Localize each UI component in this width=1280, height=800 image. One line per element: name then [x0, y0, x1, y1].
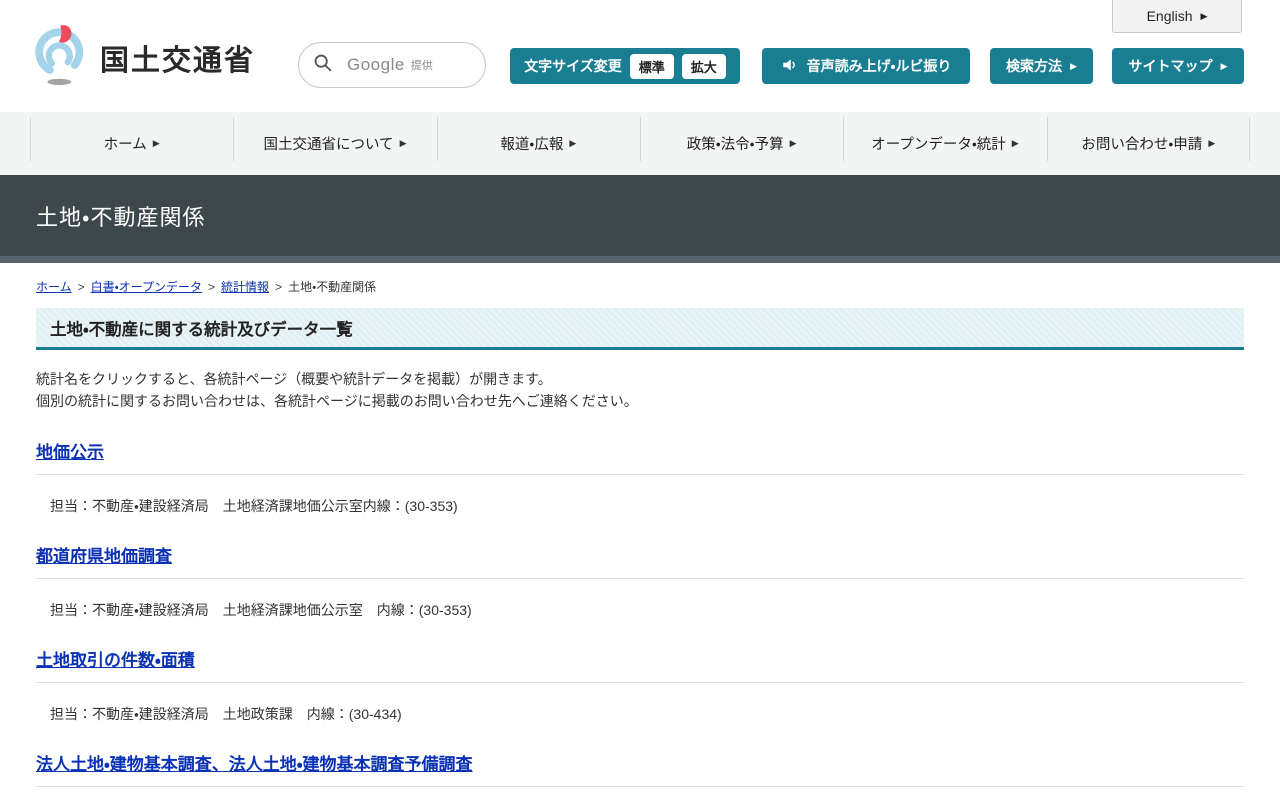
nav-item-policy[interactable]: 政策・法令・予算 ▶: [639, 112, 843, 175]
intro-line: 個別の統計に関するお問い合わせは、各統計ページに掲載のお問い合わせ先へご連絡くだ…: [36, 393, 638, 409]
stat-link-hojin-tochi-tatemono[interactable]: 法人土地・建物基本調査、法人土地・建物基本調査予備調査: [36, 750, 473, 775]
font-size-large-button[interactable]: 拡大: [681, 53, 726, 79]
stat-detail: 担当：不動産・建設経済局 土地政策課 内線：(30-434): [50, 706, 402, 722]
font-size-label: 文字サイズ変更: [524, 58, 622, 74]
font-size-control: 文字サイズ変更 標準 拡大: [510, 48, 740, 84]
nav-item-home[interactable]: ホーム ▶: [30, 112, 233, 175]
section-heading: 土地・不動産に関する統計及びデータ一覧: [36, 308, 1244, 350]
search-method-button[interactable]: 検索方法 ▶: [990, 48, 1093, 84]
site-logo[interactable]: 国土交通省: [34, 24, 255, 91]
nav-item-about[interactable]: 国土交通省について ▶: [233, 112, 436, 175]
site-header: 国土交通省 Google 提供 文字サイズ変更 標準 拡大 音声読み上げ・ルビ振…: [0, 0, 1280, 112]
intro-line: 統計名をクリックすると、各統計ページ（概要や統計データを掲載）が開きます。: [36, 371, 552, 387]
breadcrumb: ホーム > 白書・オープンデータ > 統計情報 > 土地・不動産関係: [36, 278, 1244, 295]
stat-section-tochi-torihiki: 土地取引の件数・面積 担当：不動産・建設経済局 土地政策課 内線：(30-434…: [36, 646, 1244, 724]
breadcrumb-link-whitepaper-opendata[interactable]: 白書・オープンデータ: [91, 280, 202, 294]
divider: [36, 474, 1244, 475]
triangle-right-icon: ▶: [789, 138, 797, 148]
triangle-right-icon: ▶: [399, 138, 407, 148]
english-button[interactable]: English ▶: [1112, 0, 1242, 33]
nav-item-contact[interactable]: お問い合わせ・申請 ▶: [1046, 112, 1251, 175]
breadcrumb-link-home[interactable]: ホーム: [36, 280, 72, 294]
stat-link-tochi-torihiki[interactable]: 土地取引の件数・面積: [36, 646, 195, 671]
triangle-right-icon: ▶: [1011, 138, 1019, 148]
search-icon: [313, 53, 333, 78]
text-to-speech-label: 音声読み上げ・ルビ振り: [806, 58, 952, 74]
stat-link-chika-koji[interactable]: 地価公示: [36, 438, 104, 463]
triangle-right-icon: ▶: [1200, 10, 1208, 21]
breadcrumb-link-statistics[interactable]: 統計情報: [221, 280, 269, 294]
breadcrumb-separator: >: [77, 280, 85, 294]
mlit-logo-icon: [34, 24, 90, 91]
global-nav: ホーム ▶ 国土交通省について ▶ 報道・広報 ▶ 政策・法令・予算 ▶ オープ…: [0, 112, 1280, 175]
intro-text: 統計名をクリックすると、各統計ページ（概要や統計データを掲載）が開きます。 個別…: [36, 368, 1244, 412]
stat-link-todofuken-chika-chosa[interactable]: 都道府県地価調査: [36, 542, 172, 567]
divider: [36, 786, 1244, 787]
triangle-right-icon: ▶: [152, 138, 160, 148]
sitemap-button[interactable]: サイトマップ ▶: [1112, 48, 1244, 84]
stat-detail: 担当：不動産・建設経済局 土地経済課地価公示室 内線：(30-353): [50, 602, 472, 618]
stat-section-todofuken-chika-chosa: 都道府県地価調査 担当：不動産・建設経済局 土地経済課地価公示室 内線：(30-…: [36, 542, 1244, 620]
speaker-icon: [781, 56, 799, 77]
site-logo-text: 国土交通省: [100, 44, 256, 77]
breadcrumb-current: 土地・不動産関係: [288, 280, 377, 294]
stat-section-chika-koji: 地価公示 担当：不動産・建設経済局 土地経済課地価公示室内線：(30-353): [36, 438, 1244, 516]
search-placeholder-brand: Google: [347, 55, 405, 74]
page-title-banner: 土地・不動産関係: [0, 175, 1280, 263]
main-content: ホーム > 白書・オープンデータ > 統計情報 > 土地・不動産関係 土地・不動産に関する統…: [0, 278, 1280, 800]
triangle-right-icon: ▶: [1208, 138, 1216, 148]
triangle-right-icon: ▶: [1070, 60, 1077, 71]
breadcrumb-separator: >: [208, 280, 216, 294]
search-input[interactable]: Google 提供: [298, 42, 486, 88]
breadcrumb-separator: >: [275, 280, 283, 294]
text-to-speech-button[interactable]: 音声読み上げ・ルビ振り: [762, 48, 970, 84]
triangle-right-icon: ▶: [1220, 60, 1228, 71]
nav-item-press[interactable]: 報道・広報 ▶: [436, 112, 640, 175]
search-placeholder-provided: 提供: [410, 60, 433, 72]
nav-item-opendata[interactable]: オープンデータ・統計 ▶: [843, 112, 1046, 175]
triangle-right-icon: ▶: [569, 138, 577, 148]
divider: [36, 578, 1244, 579]
page-title: 土地・不動産関係: [36, 204, 206, 230]
font-size-standard-button[interactable]: 標準: [629, 53, 674, 79]
divider: [36, 682, 1244, 683]
stat-detail: 担当：不動産・建設経済局 土地経済課地価公示室内線：(30-353): [50, 498, 458, 514]
stat-section-hojin-tochi-tatemono: 法人土地・建物基本調査、法人土地・建物基本調査予備調査 国内に本所、本社又は本店…: [36, 750, 1244, 800]
